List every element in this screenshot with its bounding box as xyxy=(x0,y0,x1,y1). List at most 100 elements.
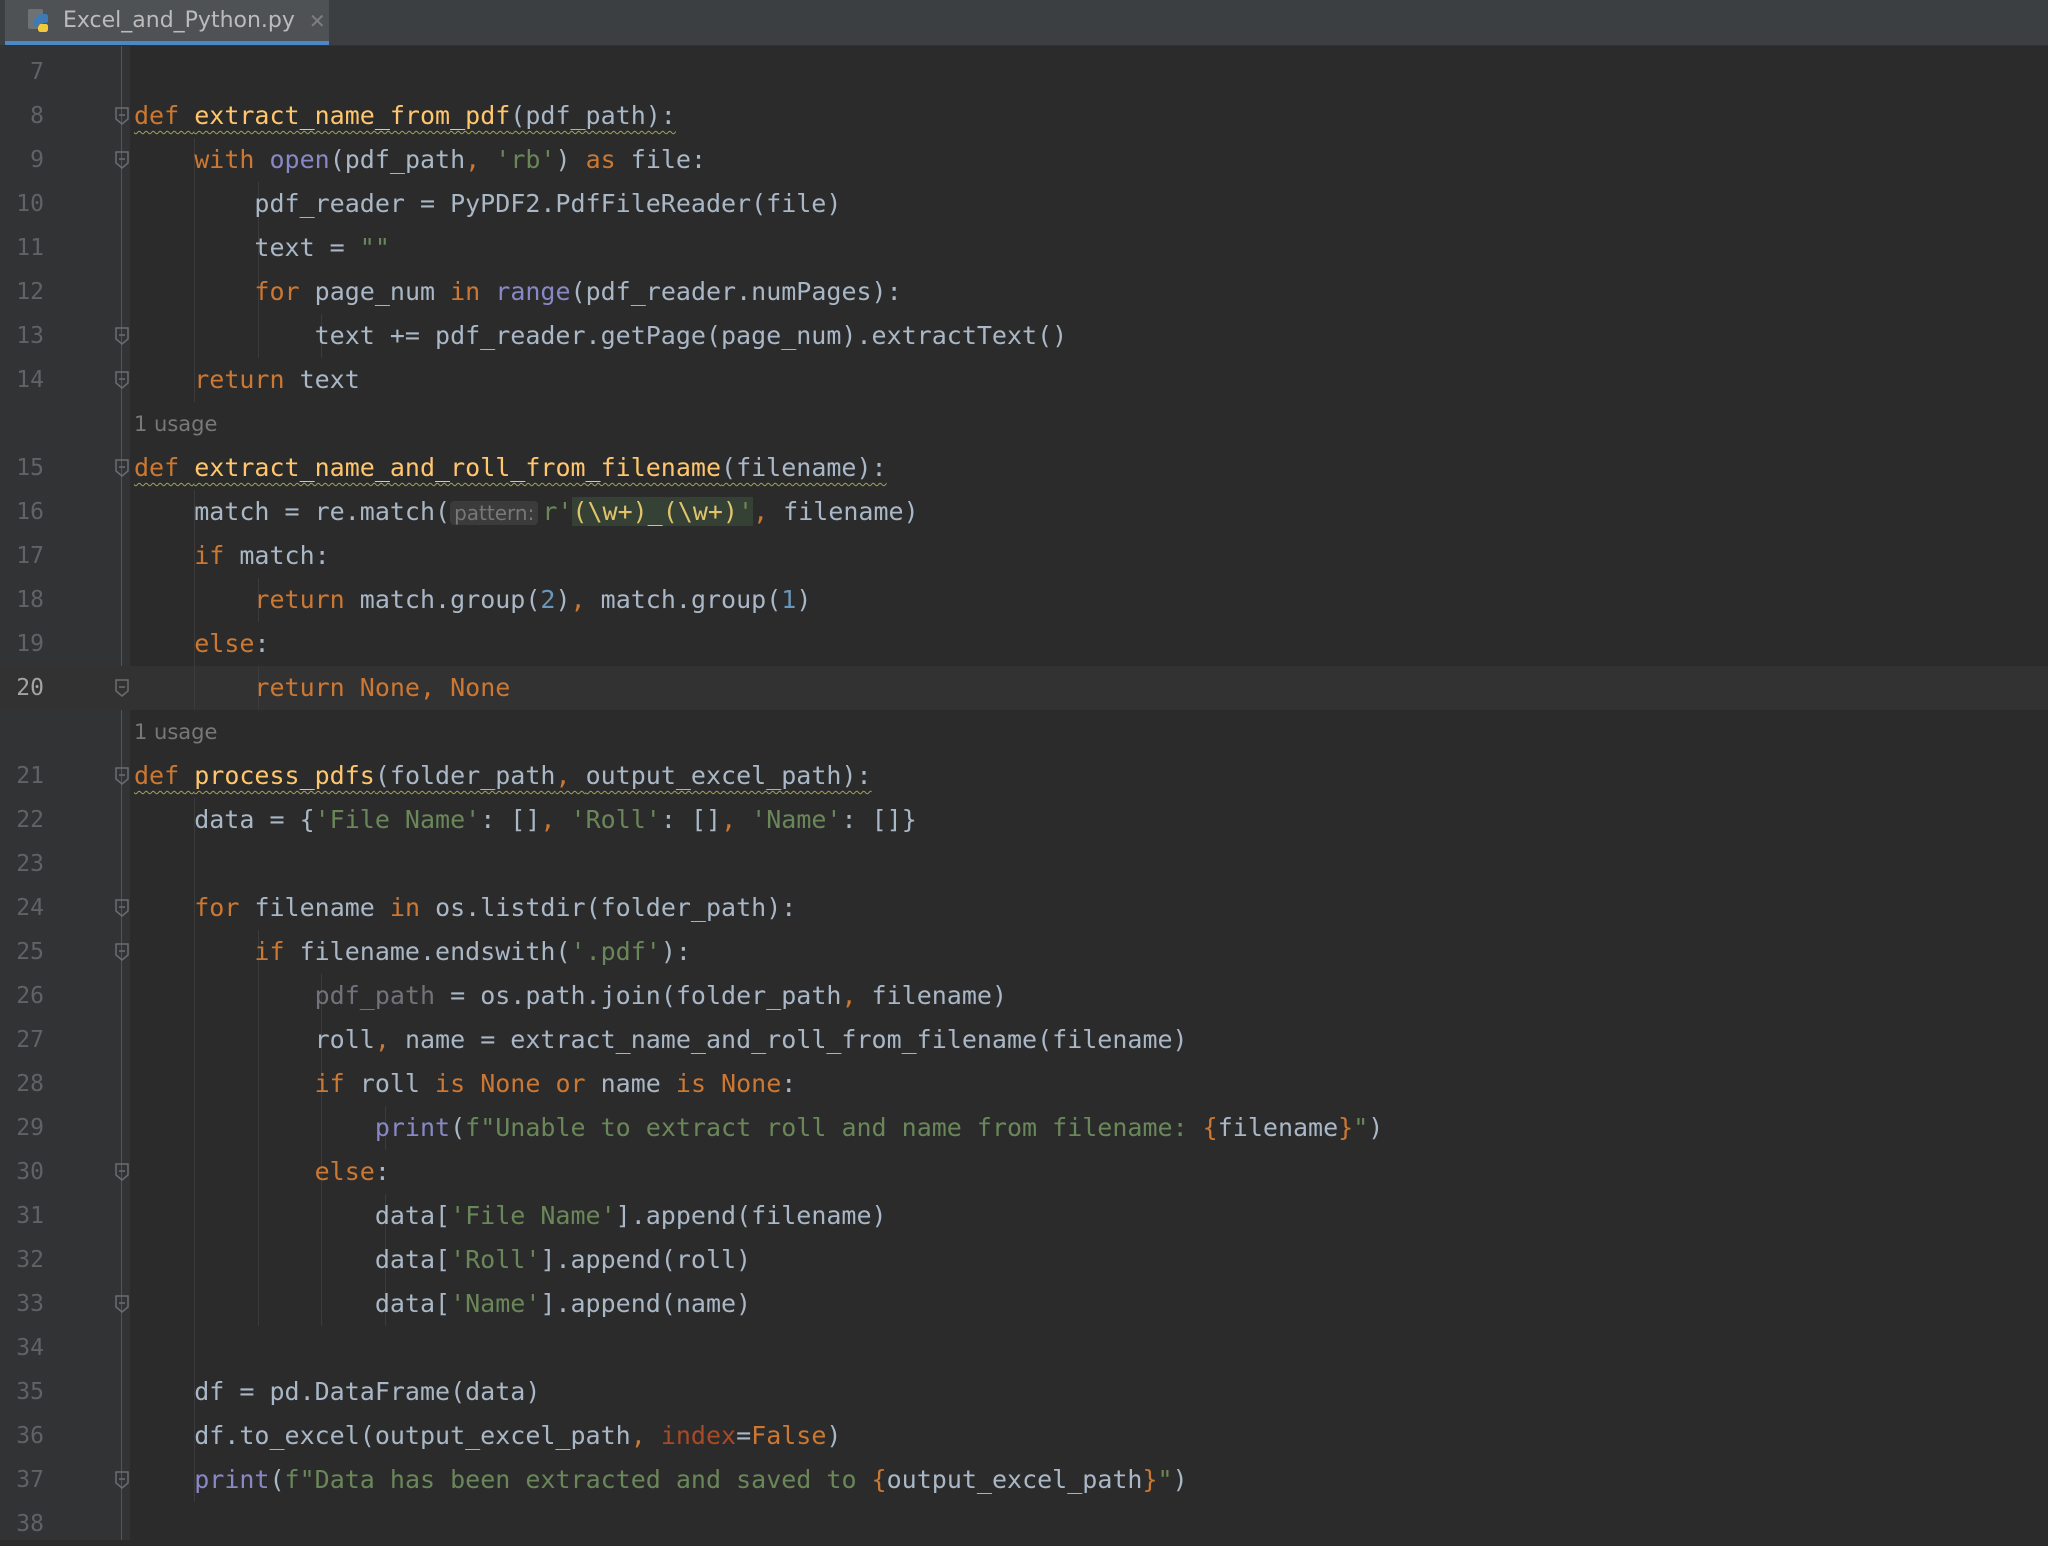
code-token: pdf_reader = PyPDF2.PdfFileReader(file) xyxy=(134,189,842,218)
code-token: = xyxy=(736,1421,752,1450)
fold-marker-icon[interactable] xyxy=(114,1162,130,1182)
code-token: 2 xyxy=(540,585,556,614)
code-line[interactable]: 9 with open(pdf_path, 'rb') as file: xyxy=(0,138,2048,182)
fold-marker-icon[interactable] xyxy=(114,326,130,346)
code-line[interactable]: 27 roll, name = extract_name_and_roll_fr… xyxy=(0,1018,2048,1062)
code-token: 'File Name' xyxy=(450,1201,616,1230)
code-text: return None, None xyxy=(134,666,510,710)
code-line[interactable]: 36 df.to_excel(output_excel_path, index=… xyxy=(0,1414,2048,1458)
code-token: def xyxy=(134,101,195,130)
code-line[interactable]: 23 xyxy=(0,842,2048,886)
code-line[interactable]: 22 data = {'File Name': [], 'Roll': [], … xyxy=(0,798,2048,842)
code-line[interactable]: 7 xyxy=(0,50,2048,94)
code-line[interactable]: 25 if filename.endswith('.pdf'): xyxy=(0,930,2048,974)
line-number: 38 xyxy=(16,1511,44,1537)
code-line[interactable]: 26 pdf_path = os.path.join(folder_path, … xyxy=(0,974,2048,1018)
line-number: 34 xyxy=(16,1335,44,1361)
fold-marker-icon[interactable] xyxy=(114,678,130,698)
code-line[interactable]: 33 data['Name'].append(name) xyxy=(0,1282,2048,1326)
code-text: print(f"Unable to extract roll and name … xyxy=(134,1106,1384,1150)
code-line[interactable]: 14 return text xyxy=(0,358,2048,402)
code-text: df.to_excel(output_excel_path, index=Fal… xyxy=(134,1414,841,1458)
code-line[interactable]: 16 match = re.match(pattern: r'(\w+)_(\w+… xyxy=(0,490,2048,534)
fold-marker-icon[interactable] xyxy=(114,898,130,918)
code-token: f"Data has been extracted and saved to xyxy=(284,1465,872,1494)
code-token: (\w+)_(\w+) xyxy=(572,497,738,526)
code-token: else xyxy=(314,1157,375,1186)
code-token: in xyxy=(389,893,436,922)
code-token: (filename): xyxy=(721,453,887,482)
fold-marker-icon[interactable] xyxy=(114,458,130,478)
code-text: if match: xyxy=(134,534,330,578)
code-line[interactable]: 18 return match.group(2), match.group(1) xyxy=(0,578,2048,622)
fold-marker-icon[interactable] xyxy=(114,370,130,390)
code-line[interactable]: 20 return None, None xyxy=(0,666,2048,710)
code-line[interactable]: 31 data['File Name'].append(filename) xyxy=(0,1194,2048,1238)
fold-marker-icon[interactable] xyxy=(114,766,130,786)
code-editor[interactable]: 1 usage 1 usage 7 8 def extract_name_from_pd… xyxy=(0,46,2048,1540)
code-line[interactable]: 19 else: xyxy=(0,622,2048,666)
code-token: (folder_path xyxy=(374,761,556,790)
code-token: (pdf_path): xyxy=(510,101,676,130)
code-text: print(f"Data has been extracted and save… xyxy=(134,1458,1187,1502)
fold-marker-icon[interactable] xyxy=(114,1470,130,1490)
code-token: if xyxy=(254,937,300,966)
code-token: filename xyxy=(254,893,390,922)
code-token: '.pdf' xyxy=(570,937,661,966)
usage-hint[interactable]: 1 usage xyxy=(134,402,217,446)
code-token: 'Roll' xyxy=(450,1245,541,1274)
code-text: if roll is None or name is None: xyxy=(134,1062,797,1106)
code-token: match: xyxy=(239,541,330,570)
code-line[interactable]: 29 print(f"Unable to extract roll and na… xyxy=(0,1106,2048,1150)
code-line[interactable]: 21 def process_pdfs(folder_path, output_e… xyxy=(0,754,2048,798)
code-line[interactable]: 13 text += pdf_reader.getPage(page_num).… xyxy=(0,314,2048,358)
code-token: if xyxy=(194,541,240,570)
code-line[interactable]: 32 data['Roll'].append(roll) xyxy=(0,1238,2048,1282)
code-line[interactable]: 30 else: xyxy=(0,1150,2048,1194)
code-token: def xyxy=(134,761,195,790)
line-number: 26 xyxy=(16,983,44,1009)
usage-hint[interactable]: 1 usage xyxy=(134,710,217,754)
code-line[interactable]: 12 for page_num in range(pdf_reader.numP… xyxy=(0,270,2048,314)
code-token: ) xyxy=(1368,1113,1384,1142)
code-text: def extract_name_from_pdf(pdf_path): xyxy=(134,94,676,138)
fold-marker-icon[interactable] xyxy=(114,1294,130,1314)
code-line[interactable]: 8 def extract_name_from_pdf(pdf_path): xyxy=(0,94,2048,138)
close-icon[interactable]: ✕ xyxy=(309,9,326,33)
line-number: 9 xyxy=(30,147,44,173)
code-token: roll xyxy=(359,1069,436,1098)
code-text: if filename.endswith('.pdf'): xyxy=(134,930,691,974)
code-token: f"Unable to extract roll and name from f… xyxy=(465,1113,1203,1142)
code-line[interactable]: 34 xyxy=(0,1326,2048,1370)
code-line[interactable]: 11 text = "" xyxy=(0,226,2048,270)
code-token: ].append(name) xyxy=(540,1289,752,1318)
code-token: : []} xyxy=(841,805,917,834)
code-line[interactable]: 24 for filename in os.listdir(folder_pat… xyxy=(0,886,2048,930)
code-line[interactable]: 35 df = pd.DataFrame(data) xyxy=(0,1370,2048,1414)
code-token: , xyxy=(374,1025,405,1054)
code-token: , xyxy=(465,145,496,174)
code-line[interactable]: 28 if roll is None or name is None: xyxy=(0,1062,2048,1106)
code-token: match = re.match( xyxy=(134,497,451,526)
fold-marker-icon[interactable] xyxy=(114,106,130,126)
fold-marker-icon[interactable] xyxy=(114,150,130,170)
tab-excel-and-python[interactable]: Excel_and_Python.py ✕ xyxy=(5,0,329,45)
code-text: for filename in os.listdir(folder_path): xyxy=(134,886,796,930)
code-line[interactable]: 38 xyxy=(0,1502,2048,1546)
fold-marker-icon[interactable] xyxy=(114,942,130,962)
code-token: data = { xyxy=(134,805,315,834)
code-line[interactable]: 15 def extract_name_and_roll_from_filenam… xyxy=(0,446,2048,490)
line-number: 27 xyxy=(16,1027,44,1053)
code-token: : [] xyxy=(480,805,541,834)
code-token: None xyxy=(721,1069,782,1098)
code-token: ) xyxy=(555,145,586,174)
code-line[interactable]: 10 pdf_reader = PyPDF2.PdfFileReader(fil… xyxy=(0,182,2048,226)
code-line[interactable]: 17 if match: xyxy=(0,534,2048,578)
code-token: range xyxy=(495,277,571,306)
code-line[interactable]: 37 print(f"Data has been extracted and s… xyxy=(0,1458,2048,1502)
